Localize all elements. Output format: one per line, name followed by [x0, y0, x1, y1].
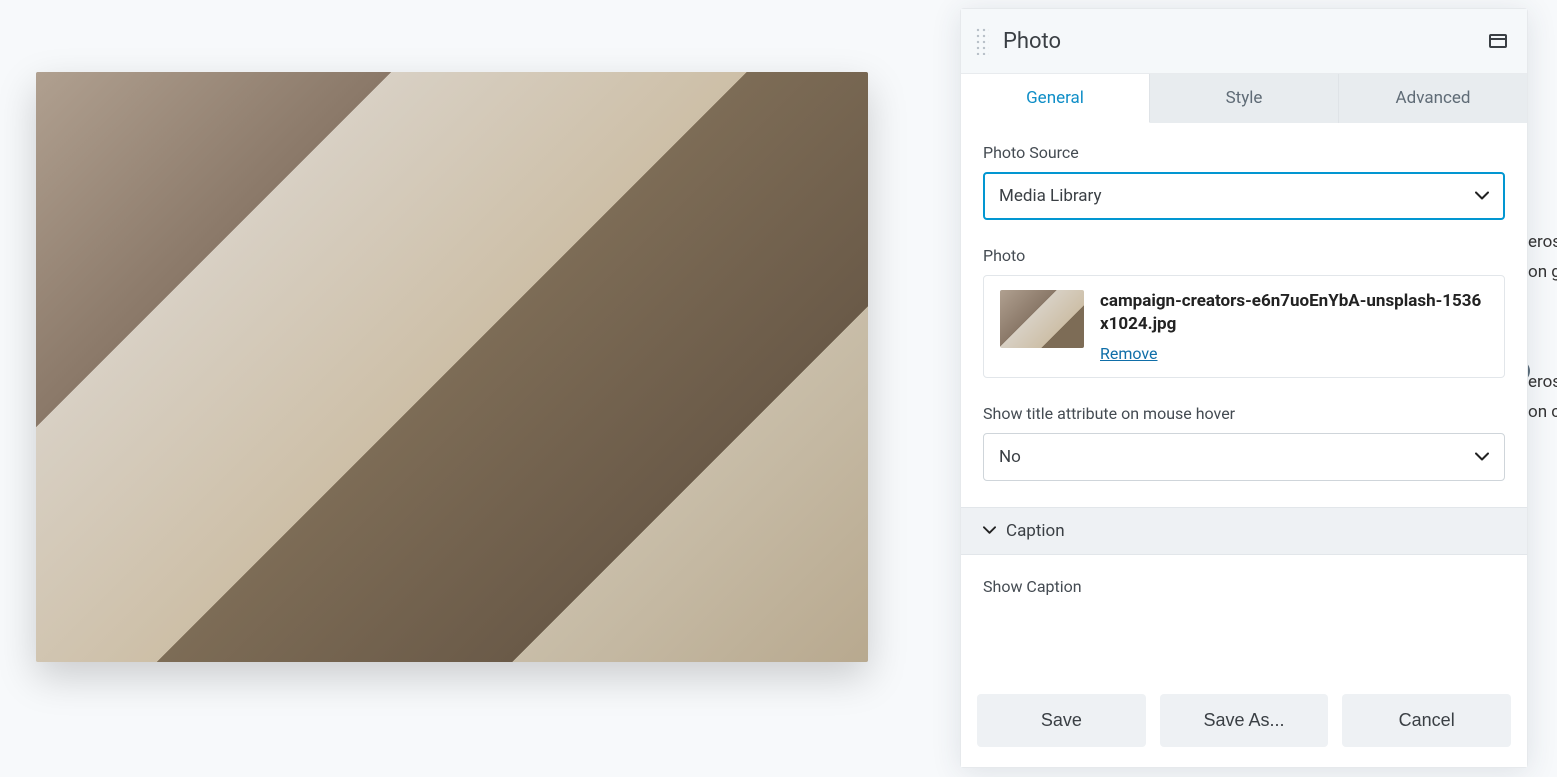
tab-advanced[interactable]: Advanced — [1339, 74, 1527, 123]
photo-field[interactable]: campaign-creators-e6n7uoEnYbA-unsplash-1… — [983, 275, 1505, 378]
caption-section-body: Show Caption — [983, 555, 1505, 596]
background-text: eros — [1528, 370, 1557, 395]
window-icon[interactable] — [1489, 34, 1507, 48]
tabs: General Style Advanced — [961, 74, 1527, 123]
save-button[interactable]: Save — [977, 694, 1146, 747]
panel-body: Photo Source Media Library Photo campaig… — [961, 123, 1527, 680]
settings-panel: Photo General Style Advanced Photo Sourc… — [960, 8, 1528, 768]
photo-filename: campaign-creators-e6n7uoEnYbA-unsplash-1… — [1100, 290, 1488, 336]
show-caption-label: Show Caption — [983, 577, 1505, 596]
save-as-button[interactable]: Save As... — [1160, 694, 1329, 747]
photo-module[interactable] — [36, 72, 868, 662]
background-text: on g — [1528, 260, 1557, 285]
panel-footer: Save Save As... Cancel — [961, 680, 1527, 767]
tab-general[interactable]: General — [961, 74, 1150, 123]
drag-handle-icon[interactable] — [975, 27, 989, 55]
caption-section-label: Caption — [1006, 521, 1065, 541]
photo-label: Photo — [983, 246, 1505, 265]
title-hover-value: No — [983, 433, 1505, 481]
photo-image — [36, 72, 868, 662]
tab-style[interactable]: Style — [1150, 74, 1339, 123]
cancel-button[interactable]: Cancel — [1342, 694, 1511, 747]
photo-thumbnail — [1000, 290, 1084, 348]
chevron-down-icon — [983, 526, 996, 535]
photo-source-label: Photo Source — [983, 143, 1505, 162]
panel-header[interactable]: Photo — [961, 9, 1527, 74]
title-hover-label: Show title attribute on mouse hover — [983, 404, 1505, 423]
photo-source-value: Media Library — [983, 172, 1505, 220]
background-text: eros — [1528, 230, 1557, 255]
background-text: on c — [1528, 400, 1557, 425]
photo-source-select[interactable]: Media Library — [983, 172, 1505, 220]
title-hover-select[interactable]: No — [983, 433, 1505, 481]
caption-section-toggle[interactable]: Caption — [961, 507, 1527, 555]
remove-photo-link[interactable]: Remove — [1100, 344, 1158, 363]
panel-title: Photo — [1003, 29, 1489, 54]
canvas-area — [0, 0, 960, 777]
